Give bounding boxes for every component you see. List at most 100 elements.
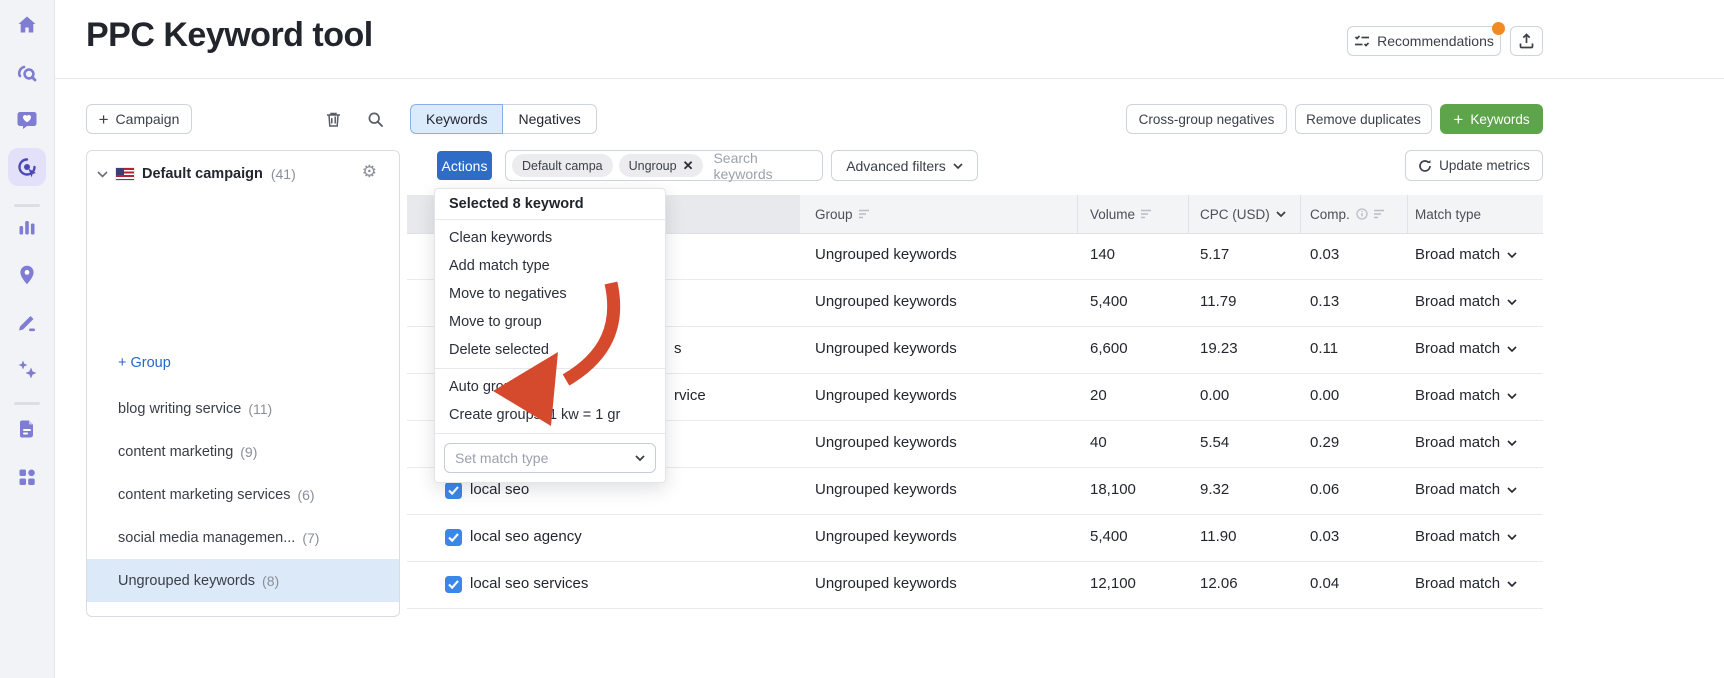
row-checkbox[interactable] — [445, 529, 462, 546]
match-type-label: Broad match — [1415, 387, 1501, 404]
close-icon[interactable]: ✕ — [683, 158, 694, 174]
group-cell: Ungrouped keywords — [815, 387, 957, 404]
chip-label: Default campa — [522, 158, 603, 173]
group-item[interactable]: content marketing services (6) — [87, 473, 399, 516]
recommendations-label: Recommendations — [1377, 33, 1494, 49]
competition-cell: 0.03 — [1310, 528, 1340, 545]
refresh-icon — [1419, 159, 1431, 172]
ai-tools-icon[interactable] — [16, 358, 38, 380]
group-cell: Ungrouped keywords — [815, 575, 957, 592]
selected-count-header: Selected 8 keyword — [435, 189, 665, 220]
cpc-cell: 11.79 — [1200, 293, 1237, 310]
column-header-cpc[interactable]: CPC (USD) — [1200, 195, 1286, 233]
menu-item[interactable]: Create groups: 1 kw = 1 gr — [435, 401, 665, 429]
match-type-dropdown[interactable]: Broad match — [1415, 387, 1517, 404]
actions-button[interactable]: Actions — [437, 151, 492, 180]
group-item[interactable]: Ungrouped keywords (8) — [87, 559, 399, 602]
apps-icon[interactable] — [16, 466, 38, 488]
keyword-cell: local seo services — [470, 575, 589, 592]
group-cell: Ungrouped keywords — [815, 246, 957, 263]
chevron-down-icon — [1507, 439, 1517, 446]
group-item[interactable]: content marketing (9) — [87, 430, 399, 473]
column-header-group[interactable]: Group — [815, 195, 870, 233]
match-type-label: Broad match — [1415, 434, 1501, 451]
chevron-down-icon — [1276, 211, 1286, 217]
ppc-keyword-tool-page: PPC Keyword tool Recommendations + Campa… — [0, 0, 1724, 678]
match-type-dropdown[interactable]: Broad match — [1415, 528, 1517, 545]
reports-icon[interactable] — [16, 418, 38, 440]
engagement-icon[interactable] — [16, 109, 38, 131]
column-header-volume[interactable]: Volume — [1090, 195, 1152, 233]
set-match-type-select[interactable]: Set match type — [444, 443, 656, 473]
column-header-match-type[interactable]: Match type — [1415, 195, 1481, 233]
add-campaign-button[interactable]: + Campaign — [86, 104, 192, 134]
chevron-down-icon — [1507, 298, 1517, 305]
match-type-dropdown[interactable]: Broad match — [1415, 340, 1517, 357]
menu-item[interactable]: Move to group — [435, 308, 665, 336]
menu-item[interactable]: Add match type — [435, 252, 665, 280]
match-type-label: Broad match — [1415, 575, 1501, 592]
add-keywords-label: Keywords — [1470, 111, 1530, 127]
menu-item[interactable]: Auto grouping — [435, 373, 665, 401]
cpc-cell: 11.90 — [1200, 528, 1237, 545]
match-type-dropdown[interactable]: Broad match — [1415, 246, 1517, 263]
local-marketing-icon[interactable] — [16, 264, 38, 286]
export-button[interactable] — [1510, 26, 1543, 56]
group-item[interactable]: social media managemen... (7) — [87, 516, 399, 559]
match-type-dropdown[interactable]: Broad match — [1415, 575, 1517, 592]
match-type-dropdown[interactable]: Broad match — [1415, 434, 1517, 451]
row-checkbox[interactable] — [445, 482, 462, 499]
tab-keywords[interactable]: Keywords — [410, 104, 504, 134]
row-checkbox[interactable] — [445, 576, 462, 593]
recommendations-button[interactable]: Recommendations — [1347, 22, 1505, 56]
match-type-label: Broad match — [1415, 246, 1501, 263]
cross-group-negatives-button[interactable]: Cross-group negatives — [1126, 104, 1287, 134]
add-keywords-button[interactable]: + Keywords — [1440, 104, 1543, 134]
volume-cell: 18,100 — [1090, 481, 1136, 498]
volume-cell: 140 — [1090, 246, 1116, 263]
volume-cell: 12,100 — [1090, 575, 1136, 592]
actions-menu-group-2: Auto grouping Create groups: 1 kw = 1 gr — [435, 369, 665, 434]
page-title: PPC Keyword tool — [86, 16, 373, 54]
group-list: blog writing service (11) content marketin… — [87, 387, 399, 602]
tab-negatives[interactable]: Negatives — [503, 104, 597, 134]
menu-item[interactable]: Move to negatives — [435, 280, 665, 308]
campaign-count: (41) — [270, 166, 296, 182]
menu-item[interactable]: Clean keywords — [435, 224, 665, 252]
search-keywords-input[interactable]: Search keywords — [713, 150, 816, 182]
search-icon[interactable] — [367, 111, 384, 128]
competition-cell: 0.13 — [1310, 293, 1340, 310]
chevron-down-icon[interactable] — [97, 170, 108, 178]
home-icon[interactable] — [16, 14, 38, 36]
competition-cell: 0.29 — [1310, 434, 1340, 451]
add-group-button[interactable]: + Group — [118, 355, 171, 371]
menu-item[interactable]: Delete selected — [435, 336, 665, 364]
rank-tracker-icon[interactable] — [16, 62, 38, 84]
group-item[interactable]: blog writing service (11) — [87, 387, 399, 430]
match-type-dropdown[interactable]: Broad match — [1415, 293, 1517, 310]
group-cell: Ungrouped keywords — [815, 481, 957, 498]
ppc-tool-icon[interactable] — [16, 156, 38, 178]
campaign-row[interactable]: Default campaign (41) — [87, 151, 399, 197]
content-editor-icon[interactable] — [16, 311, 38, 333]
advanced-filters-button[interactable]: Advanced filters — [831, 150, 978, 181]
gear-icon[interactable]: ⚙ — [362, 163, 377, 180]
match-type-dropdown[interactable]: Broad match — [1415, 481, 1517, 498]
chevron-down-icon — [1507, 580, 1517, 587]
volume-cell: 5,400 — [1090, 528, 1128, 545]
sort-icon — [1141, 209, 1152, 219]
update-metrics-label: Update metrics — [1439, 158, 1530, 173]
competition-cell: 0.06 — [1310, 481, 1340, 498]
match-type-label: Broad match — [1415, 528, 1501, 545]
keyword-search-box[interactable]: Default campa Ungroup ✕ Search keywords — [505, 150, 823, 182]
update-metrics-button[interactable]: Update metrics — [1405, 150, 1543, 181]
column-header-comp[interactable]: Comp. — [1310, 195, 1385, 233]
filter-chip-campaign[interactable]: Default campa — [512, 154, 613, 177]
trash-icon[interactable] — [325, 111, 342, 128]
analytics-icon[interactable] — [16, 216, 38, 238]
sidebar-divider — [14, 204, 40, 207]
filter-chip-group[interactable]: Ungroup ✕ — [618, 154, 704, 177]
remove-duplicates-button[interactable]: Remove duplicates — [1295, 104, 1432, 134]
campaign-tree-panel: Default campaign (41) ⚙ + Group blog wri… — [86, 150, 400, 617]
keyword-fragment: s — [674, 340, 682, 357]
